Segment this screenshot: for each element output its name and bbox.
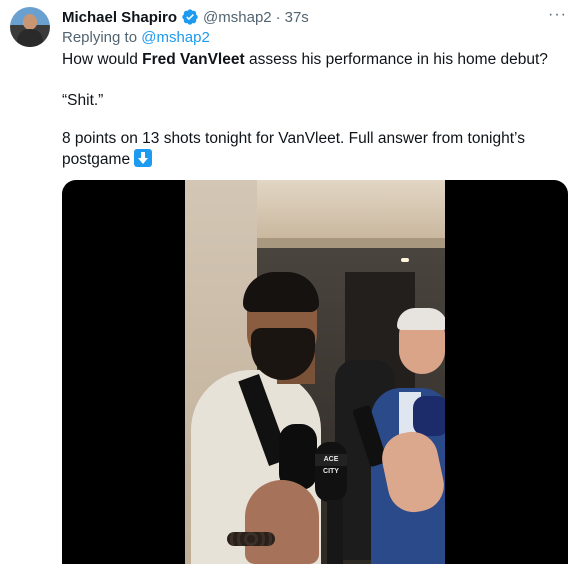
text-segment: postgame xyxy=(62,151,131,168)
bold-player-name: Fred VanVleet xyxy=(142,51,245,68)
tweet-timestamp[interactable]: 37s xyxy=(285,9,309,26)
header-separator: · xyxy=(275,8,281,26)
tweet-text-line-3: 8 points on 13 shots tonight for VanVlee… xyxy=(62,130,525,147)
tweet-header: Michael Shapiro @mshap2 · 37s xyxy=(62,7,309,27)
microphone xyxy=(413,396,445,436)
tweet-text-quote: “Shit.” xyxy=(62,92,104,109)
replying-to-label: Replying to xyxy=(62,29,138,46)
video-frame[interactable]: ACE CITY xyxy=(185,180,445,564)
author-name[interactable]: Michael Shapiro xyxy=(62,9,177,26)
replying-to-handle[interactable]: @mshap2 xyxy=(141,29,210,46)
more-options-icon[interactable]: ··· xyxy=(548,7,567,23)
tweet: Michael Shapiro @mshap2 · 37s ··· Replyi… xyxy=(0,0,583,564)
bead-bracelet xyxy=(227,532,275,546)
microphone-handle xyxy=(327,500,343,564)
text-segment: assess his performance in his home debut… xyxy=(244,51,548,68)
text-segment: How would xyxy=(62,51,143,68)
scene-beam xyxy=(257,238,445,248)
video-player[interactable]: ACE CITY xyxy=(62,180,568,564)
microphone-flag-label: ACE CITY xyxy=(315,454,347,475)
verified-badge-icon xyxy=(181,8,199,26)
avatar-body xyxy=(17,29,43,47)
scene-light xyxy=(401,258,409,262)
down-arrow-emoji-icon xyxy=(134,149,153,167)
avatar-head xyxy=(23,14,37,30)
author-avatar[interactable] xyxy=(10,7,50,47)
reporter-hand xyxy=(245,480,319,564)
reporter-hair xyxy=(397,308,445,330)
tweet-text-line-1: How would Fred VanVleet assess his perfo… xyxy=(62,49,548,70)
replying-to: Replying to @mshap2 xyxy=(62,29,210,46)
author-handle[interactable]: @mshap2 xyxy=(203,9,272,26)
tweet-text-line-4: postgame xyxy=(62,149,153,170)
scene-ceiling xyxy=(257,180,445,238)
